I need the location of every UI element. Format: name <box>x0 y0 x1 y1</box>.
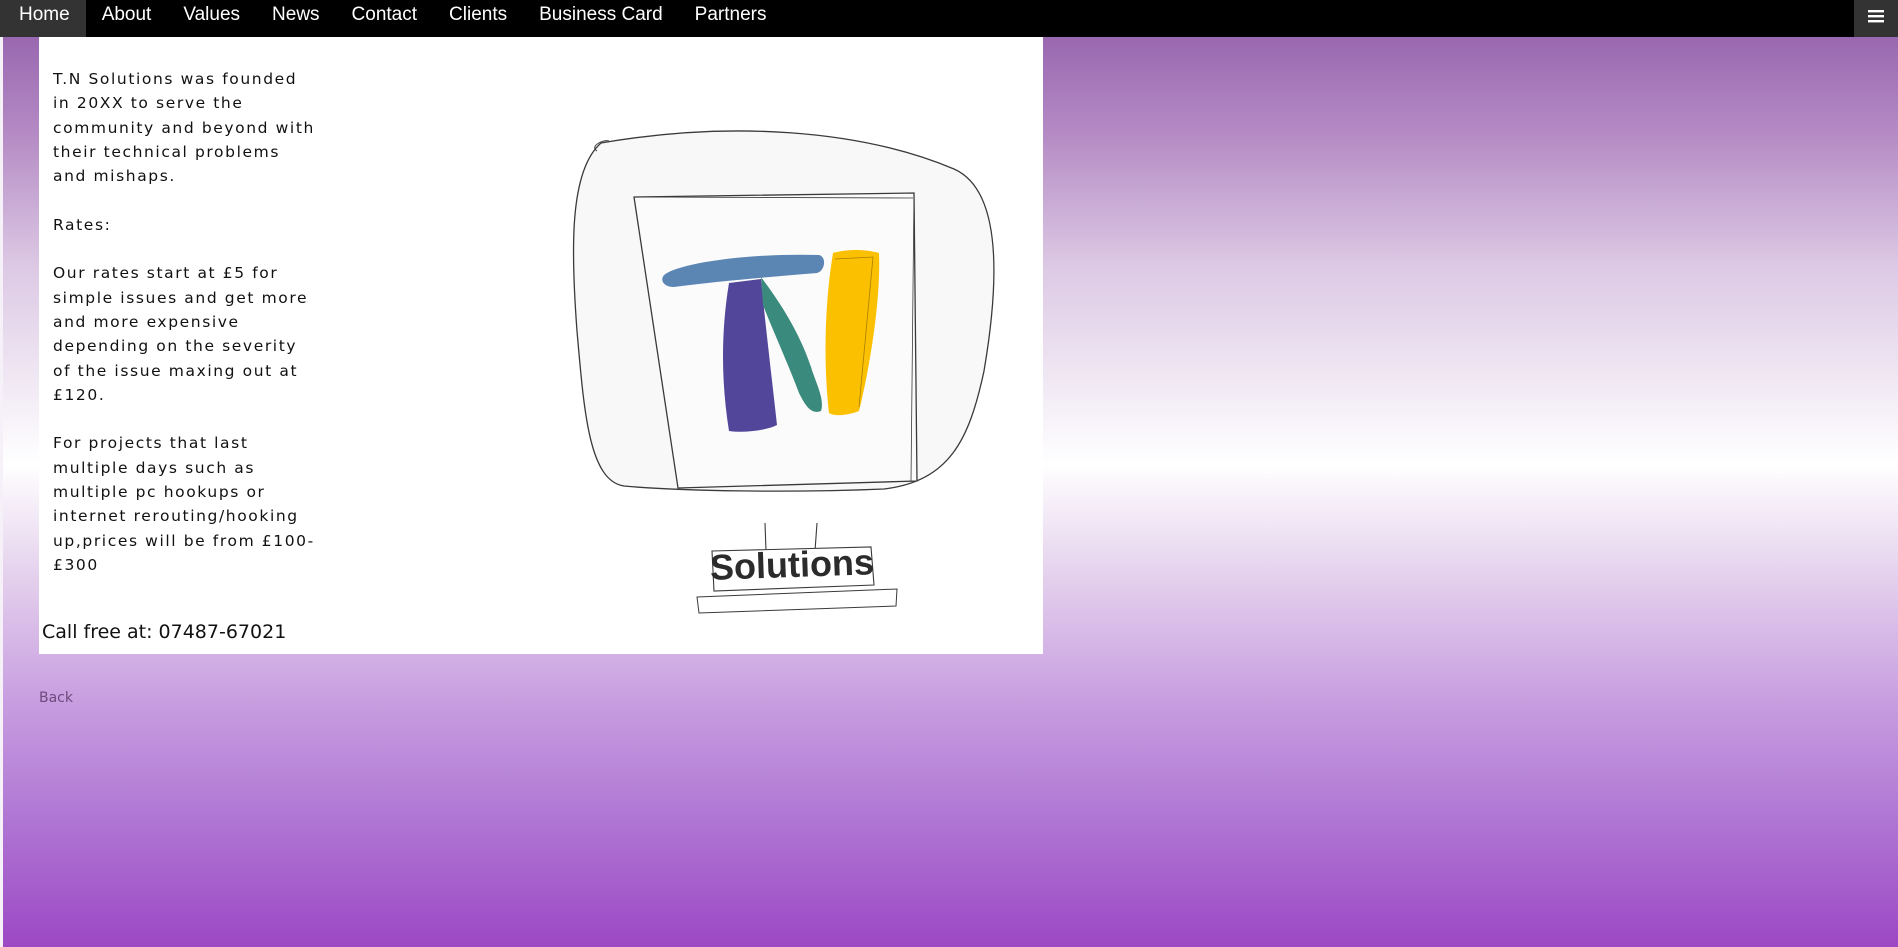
nav-partners[interactable]: Partners <box>679 0 783 37</box>
call-free-phone: Call free at: 07487-67021 <box>42 621 287 643</box>
content-panel: T.N Solutions was founded in 20XX to ser… <box>39 37 1043 654</box>
top-navbar: Home About Values News Contact Clients B… <box>0 0 1898 37</box>
nav-contact[interactable]: Contact <box>336 0 433 37</box>
logo-solutions-text: Solutions <box>709 541 874 588</box>
nav-news[interactable]: News <box>256 0 336 37</box>
hamburger-icon <box>1868 10 1884 23</box>
back-link[interactable]: Back <box>39 690 73 706</box>
company-logo: Solutions <box>529 81 1069 621</box>
nav-menu-button[interactable] <box>1854 0 1898 37</box>
intro-paragraph: T.N Solutions was founded in 20XX to ser… <box>53 70 315 186</box>
nav-home[interactable]: Home <box>0 0 86 37</box>
nav-business-card[interactable]: Business Card <box>523 0 679 37</box>
page-left-edge <box>0 0 3 947</box>
nav-about[interactable]: About <box>86 0 168 37</box>
projects-paragraph: For projects that last multiple days suc… <box>53 434 315 574</box>
nav-clients[interactable]: Clients <box>433 0 523 37</box>
rates-paragraph: Our rates start at £5 for simple issues … <box>53 264 309 404</box>
nav-values[interactable]: Values <box>167 0 256 37</box>
rates-heading: Rates: <box>53 215 112 234</box>
about-text-column: T.N Solutions was founded in 20XX to ser… <box>53 67 315 602</box>
monitor-logo-drawing: Solutions <box>572 130 995 614</box>
